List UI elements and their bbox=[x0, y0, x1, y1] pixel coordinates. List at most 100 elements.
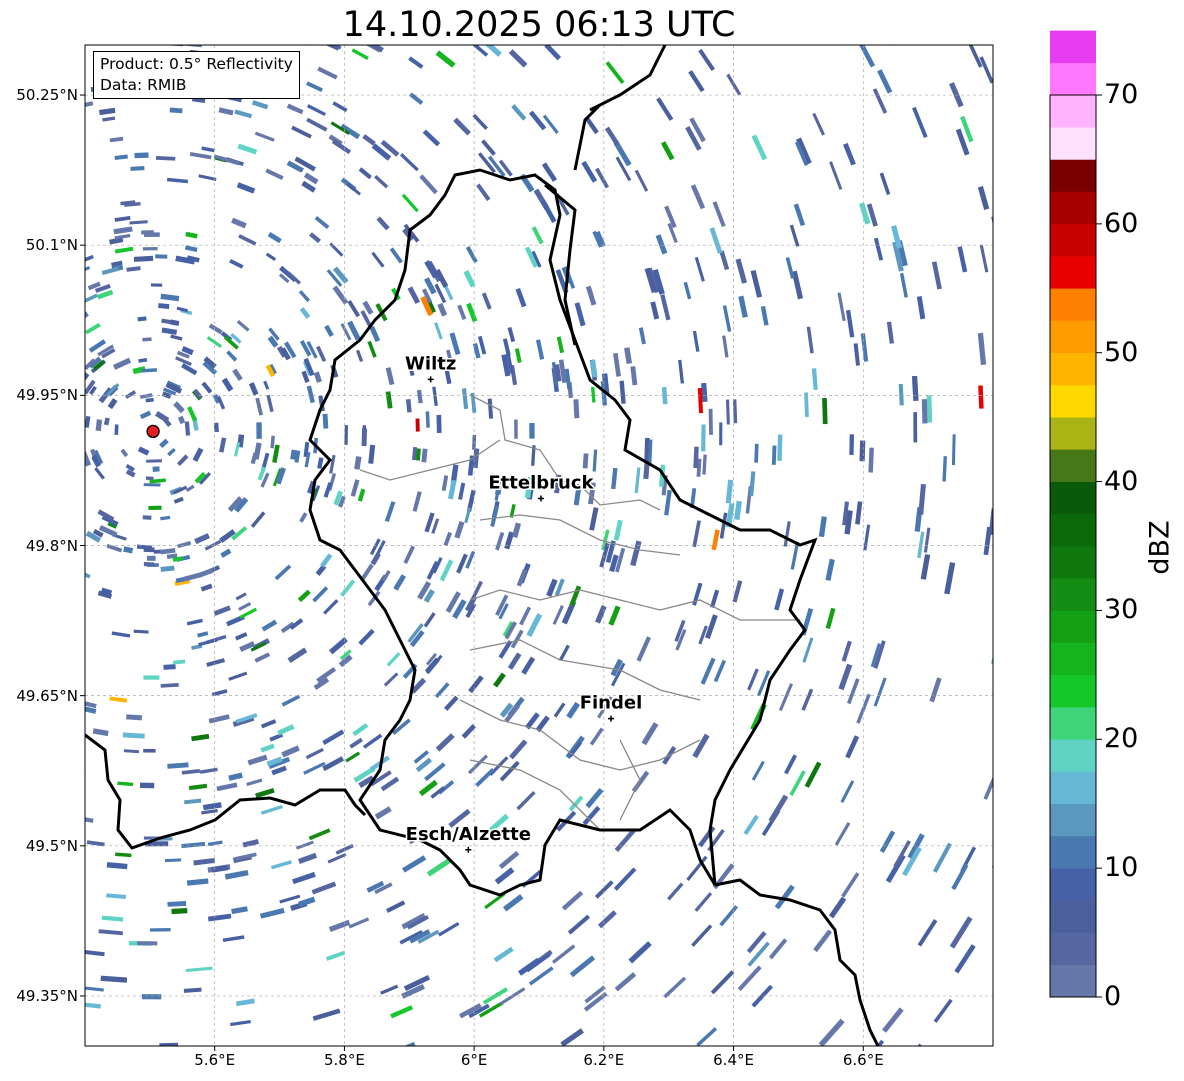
echo-cell bbox=[130, 165, 145, 171]
echo-cell bbox=[921, 399, 928, 424]
echo-cell bbox=[133, 255, 154, 262]
colorbar-swatch bbox=[1050, 835, 1096, 869]
echo-cell bbox=[146, 555, 156, 561]
echo-cell bbox=[66, 663, 84, 672]
colorbar-tick-label: 0 bbox=[1104, 981, 1122, 1012]
lat-label: 50.25°N bbox=[16, 86, 78, 105]
echo-cell bbox=[66, 71, 82, 79]
echo-cell bbox=[992, 663, 993, 689]
echo-cell bbox=[137, 941, 158, 946]
colorbar-swatch bbox=[1050, 739, 1096, 772]
echo-cell bbox=[70, 433, 75, 447]
colorbar-swatch bbox=[1050, 803, 1096, 837]
echo-cell bbox=[543, 17, 564, 37]
echo-cell bbox=[85, 391, 86, 404]
colorbar-swatch bbox=[1050, 352, 1096, 386]
echo-cell bbox=[143, 675, 160, 680]
echo-cell bbox=[141, 230, 154, 235]
lon-label: 6°E bbox=[460, 1051, 488, 1069]
radar-map[interactable]: Wiltz Ettelbruck Findel Esch/Alzette bbox=[0, 0, 1184, 1081]
echo-cell bbox=[701, 424, 706, 452]
echo-cell bbox=[63, 124, 81, 133]
colorbar-tick-label: 50 bbox=[1104, 336, 1139, 368]
echo-cell bbox=[134, 152, 149, 159]
echo-cell bbox=[141, 994, 162, 1000]
colorbar-swatch bbox=[1050, 159, 1096, 192]
lat-label: 49.95°N bbox=[16, 386, 78, 405]
echo-cell bbox=[149, 928, 171, 932]
echo-cell bbox=[171, 907, 188, 915]
colorbar-tick-label: 40 bbox=[1104, 465, 1139, 497]
echo-cell bbox=[71, 442, 76, 452]
echo-cell bbox=[142, 515, 152, 520]
echo-cell bbox=[514, 419, 518, 439]
colorbar-swatch bbox=[1050, 30, 1096, 64]
echo-cell bbox=[169, 107, 183, 114]
echo-cell bbox=[849, 434, 854, 455]
echo-cell bbox=[60, 159, 74, 167]
echo-cell bbox=[289, 45, 312, 46]
lon-label: 5.8°E bbox=[324, 1051, 365, 1069]
colorbar-swatch bbox=[1050, 481, 1096, 515]
lat-label: 49.5°N bbox=[25, 836, 78, 855]
city-label-wiltz: Wiltz bbox=[405, 353, 456, 374]
echo-cell bbox=[63, 259, 77, 269]
colorbar-swatch bbox=[1050, 62, 1096, 96]
echo-cell bbox=[256, 34, 273, 42]
colorbar-label: dBZ bbox=[1144, 520, 1176, 575]
echo-cell bbox=[573, 399, 580, 419]
echo-cell bbox=[139, 782, 155, 789]
colorbar-swatch bbox=[1050, 932, 1096, 966]
data-source-label: Data: RMIB bbox=[100, 76, 187, 94]
echo-cell bbox=[56, 786, 75, 794]
echo-cell bbox=[60, 661, 76, 670]
echo-cell bbox=[163, 664, 176, 670]
echo-cell bbox=[61, 138, 82, 149]
colorbar-swatch bbox=[1050, 610, 1096, 643]
echo-cell bbox=[64, 786, 82, 794]
echo-cell bbox=[128, 1052, 152, 1057]
echo-cell bbox=[415, 418, 420, 432]
echo-cell bbox=[143, 483, 161, 487]
echo-cell bbox=[85, 735, 86, 744]
echo-cell bbox=[859, 440, 866, 462]
echo-cell bbox=[152, 466, 160, 472]
colorbar-swatch bbox=[1050, 320, 1096, 354]
echo-cell bbox=[754, 443, 759, 463]
echo-cell bbox=[1009, 364, 1014, 391]
lon-label: 6.2°E bbox=[583, 1051, 625, 1069]
echo-cell bbox=[146, 459, 163, 463]
lat-label: 49.8°N bbox=[25, 536, 78, 555]
lon-label: 6.4°E bbox=[713, 1051, 754, 1069]
echo-cell bbox=[150, 283, 163, 287]
echo-cell bbox=[60, 627, 77, 638]
echo-cell bbox=[155, 254, 168, 259]
echo-cell bbox=[148, 505, 162, 511]
echo-cell bbox=[137, 316, 147, 322]
colorbar-swatch bbox=[1050, 964, 1096, 998]
info-box: Product: 0.5° Reflectivity Data: RMIB bbox=[93, 51, 300, 99]
echo-cell bbox=[85, 732, 86, 742]
echo-cell bbox=[142, 337, 152, 342]
echo-cell bbox=[719, 422, 723, 446]
echo-cell bbox=[126, 714, 143, 721]
echo-cell bbox=[58, 924, 76, 930]
colorbar-swatch bbox=[1050, 900, 1096, 933]
city-label-findel: Findel bbox=[580, 693, 643, 714]
echo-cell bbox=[73, 366, 82, 376]
echo-cell bbox=[926, 395, 933, 423]
echo-cell bbox=[605, 45, 625, 47]
echo-cell bbox=[143, 562, 155, 567]
echo-cell bbox=[58, 903, 76, 909]
echo-cell bbox=[708, 408, 713, 435]
colorbar-swatch bbox=[1050, 95, 1096, 128]
echo-cell bbox=[58, 315, 73, 328]
echo-cell bbox=[71, 466, 80, 477]
echo-cell bbox=[524, 18, 543, 36]
echo-cell bbox=[69, 478, 76, 486]
echo-cell bbox=[425, 411, 430, 428]
city-label-eschalzette: Esch/Alzette bbox=[406, 824, 531, 845]
echo-cell bbox=[777, 434, 783, 461]
lat-label: 50.1°N bbox=[25, 236, 78, 255]
lat-label: 49.65°N bbox=[16, 686, 78, 705]
